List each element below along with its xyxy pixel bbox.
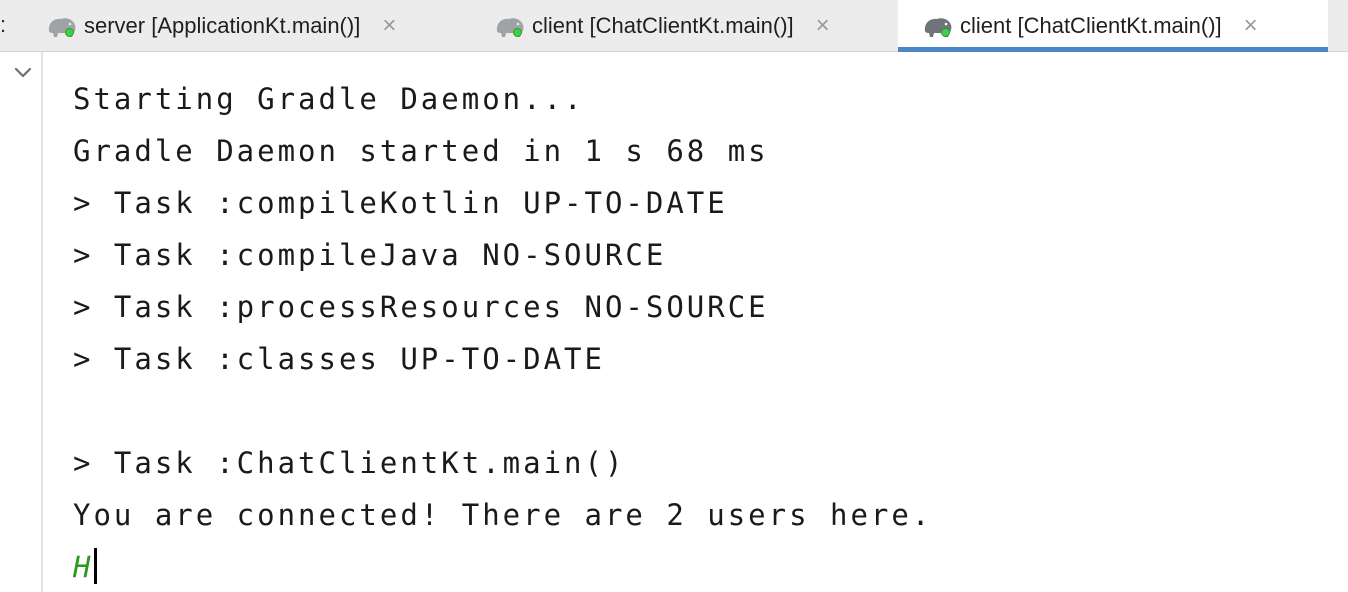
- user-input-text: H: [73, 550, 94, 584]
- console-line: > Task :compileKotlin UP-TO-DATE: [73, 186, 728, 220]
- console-line: You are connected! There are 2 users her…: [73, 498, 933, 532]
- tab-client-chatclient-1[interactable]: client [ChatClientKt.main()] ×: [494, 0, 834, 51]
- close-icon[interactable]: ×: [378, 11, 400, 41]
- tab-server-application[interactable]: server [ApplicationKt.main()] ×: [46, 0, 400, 51]
- console-line: > Task :ChatClientKt.main(): [73, 446, 626, 480]
- gradle-elephant-icon: [46, 13, 78, 39]
- tab-label: client [ChatClientKt.main()]: [960, 12, 1222, 38]
- console-output[interactable]: Starting Gradle Daemon... Gradle Daemon …: [73, 73, 1333, 592]
- chevron-down-icon[interactable]: [13, 64, 33, 80]
- run-tab-bar: : server [ApplicationKt.main()] × client…: [0, 0, 1348, 52]
- running-indicator-icon: [513, 27, 522, 37]
- console-input-line[interactable]: H: [73, 541, 1333, 592]
- tab-overflow-indicator: :: [0, 12, 7, 37]
- tab-label: client [ChatClientKt.main()]: [532, 12, 794, 38]
- gradle-elephant-icon: [494, 13, 526, 39]
- gradle-elephant-icon: [922, 13, 954, 39]
- console-gutter: [0, 52, 43, 592]
- console-line: > Task :classes UP-TO-DATE: [73, 342, 605, 376]
- console-line: Starting Gradle Daemon...: [73, 82, 585, 116]
- tab-client-chatclient-2[interactable]: client [ChatClientKt.main()] ×: [898, 0, 1328, 52]
- running-indicator-icon: [65, 27, 74, 37]
- text-caret: [94, 548, 98, 584]
- close-icon[interactable]: ×: [812, 11, 834, 41]
- console-line: > Task :processResources NO-SOURCE: [73, 290, 769, 324]
- close-icon[interactable]: ×: [1240, 11, 1262, 41]
- console-line: Gradle Daemon started in 1 s 68 ms: [73, 134, 769, 168]
- running-indicator-icon: [941, 27, 950, 37]
- console-line: > Task :compileJava NO-SOURCE: [73, 238, 667, 272]
- tab-label: server [ApplicationKt.main()]: [84, 12, 361, 38]
